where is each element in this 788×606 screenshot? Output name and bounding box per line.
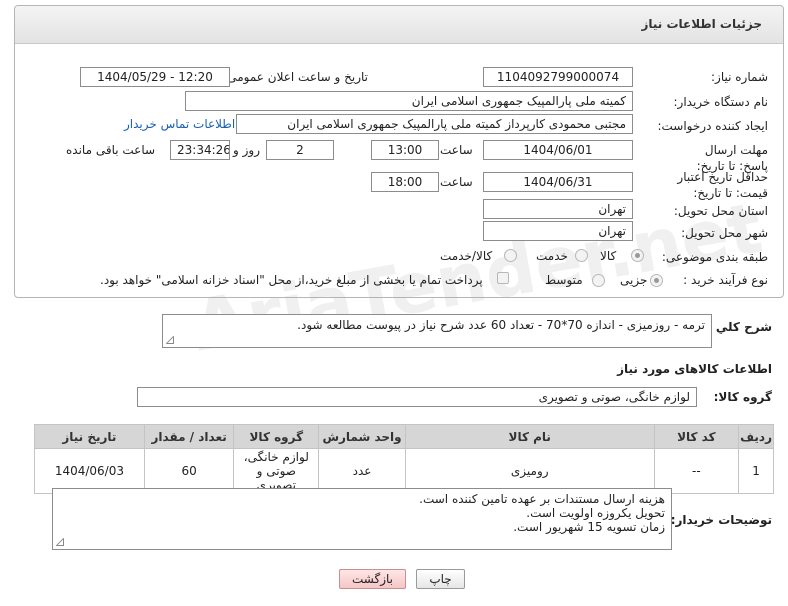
goods-group-field: لوازم خانگی، صوتی و تصویری (137, 387, 697, 407)
col-header-name: نام کالا (404, 424, 655, 449)
delivery-province-field: تهران (483, 199, 633, 219)
goods-table: ردیف کد کالا نام کالا واحد شمارش گروه کا… (34, 424, 774, 494)
buyer-notes-textarea[interactable]: هزینه ارسال مستندات بر عهده تامین کننده … (52, 488, 672, 550)
day-and-label: روز و (233, 143, 260, 157)
col-header-code: کد کالا (653, 424, 740, 449)
subject-goods-label: کالا (600, 249, 617, 263)
validity-date-field: 1404/06/31 (483, 172, 633, 192)
cell-unit: عدد (318, 448, 406, 494)
goods-group-label: گروه کالا: (713, 390, 772, 404)
buyer-notes-label: توضیحات خریدار: (670, 513, 772, 527)
requester-label: ایجاد کننده درخواست: (657, 119, 768, 133)
subject-goods-service-label: کالا/خدمت (440, 249, 493, 263)
col-header-row: ردیف (738, 424, 774, 449)
delivery-province-label: استان محل تحویل: (673, 204, 768, 218)
buyer-notes-line2: تحویل یکروزه اولویت است. (526, 506, 665, 520)
purchase-medium-radio[interactable] (592, 274, 605, 287)
resize-grip-icon[interactable] (166, 336, 174, 344)
reply-time-label: ساعت (440, 143, 473, 157)
days-left-field: 2 (266, 140, 334, 160)
cell-group-line1: لوازم خانگی، (243, 450, 309, 464)
cell-row: 1 (738, 448, 774, 494)
col-header-group: گروه کالا (233, 424, 320, 449)
back-button[interactable]: بازگشت (339, 569, 406, 589)
purchase-partial-label: جزیی (620, 273, 648, 287)
print-button[interactable]: چاپ (416, 569, 465, 589)
cell-qty: 60 (143, 448, 235, 494)
cell-date: 1404/06/03 (34, 448, 145, 494)
announce-datetime-field: 1404/05/29 - 12:20 (80, 67, 230, 87)
requester-field: مجتبی محمودی کارپرداز کمیته ملی پارالمپی… (236, 114, 633, 134)
table-header-row: ردیف کد کالا نام کالا واحد شمارش گروه کا… (34, 424, 774, 449)
description-textarea[interactable]: ترمه - روزمیزی - اندازه 70*70 - تعداد 60… (162, 314, 712, 348)
description-text: ترمه - روزمیزی - اندازه 70*70 - تعداد 60… (297, 318, 705, 332)
subject-service-label: خدمت (536, 249, 568, 263)
cell-code: -- (653, 448, 740, 494)
purchase-type-label: نوع فرآیند خرید : (683, 273, 768, 287)
purchase-medium-label: متوسط (545, 273, 583, 287)
page-title: جزئیات اطلاعات نیاز (641, 17, 762, 31)
reply-time-field: 13:00 (371, 140, 439, 160)
buyer-notes-line3: زمان تسویه 15 شهریور است. (513, 520, 665, 534)
subject-goods-radio[interactable] (631, 249, 644, 262)
table-row: 1 -- رومیزی عدد لوازم خانگی، صوتی و تصوی… (34, 448, 774, 494)
buyer-notes-line1: هزینه ارسال مستندات بر عهده تامین کننده … (419, 492, 665, 506)
col-header-unit: واحد شمارش (318, 424, 406, 449)
subject-service-radio[interactable] (575, 249, 588, 262)
need-number-field: 1104092799000074 (483, 67, 633, 87)
purchase-partial-radio[interactable] (650, 274, 663, 287)
delivery-city-field: تهران (483, 221, 633, 241)
subject-goods-service-radio[interactable] (504, 249, 517, 262)
treasury-payment-note: پرداخت تمام یا بخشی از مبلغ خرید،از محل … (100, 273, 483, 287)
need-number-label: شماره نیاز: (711, 70, 768, 84)
col-header-qty: تعداد / مقدار (143, 424, 235, 449)
delivery-city-label: شهر محل تحویل: (681, 226, 768, 240)
cell-group: لوازم خانگی، صوتی و تصویری (233, 448, 320, 494)
goods-info-heading: اطلاعات کالاهای مورد نیاز (617, 362, 772, 376)
treasury-payment-checkbox[interactable] (497, 272, 509, 284)
hours-left-label: ساعت باقی مانده (66, 143, 156, 157)
time-left-field: 23:34:26 (170, 140, 230, 160)
subject-class-label: طبقه بندی موضوعی: (661, 250, 768, 264)
cell-name: رومیزی (404, 448, 655, 494)
buyer-contact-link[interactable]: اطلاعات تماس خریدار (124, 117, 235, 131)
validity-time-label: ساعت (440, 175, 473, 189)
col-header-date: تاریخ نیاز (34, 424, 145, 449)
buyer-org-label: نام دستگاه خریدار: (673, 95, 769, 109)
price-validity-label: حداقل تاریخ اعتبار قیمت: تا تاریخ: (677, 170, 768, 200)
resize-grip-icon[interactable] (56, 538, 64, 546)
buyer-org-field: کمیته ملی پارالمپیک جمهوری اسلامی ایران (185, 91, 633, 111)
reply-date-field: 1404/06/01 (483, 140, 633, 160)
validity-time-field: 18:00 (371, 172, 439, 192)
announce-datetime-label: تاریخ و ساعت اعلان عمومی: (223, 70, 368, 84)
